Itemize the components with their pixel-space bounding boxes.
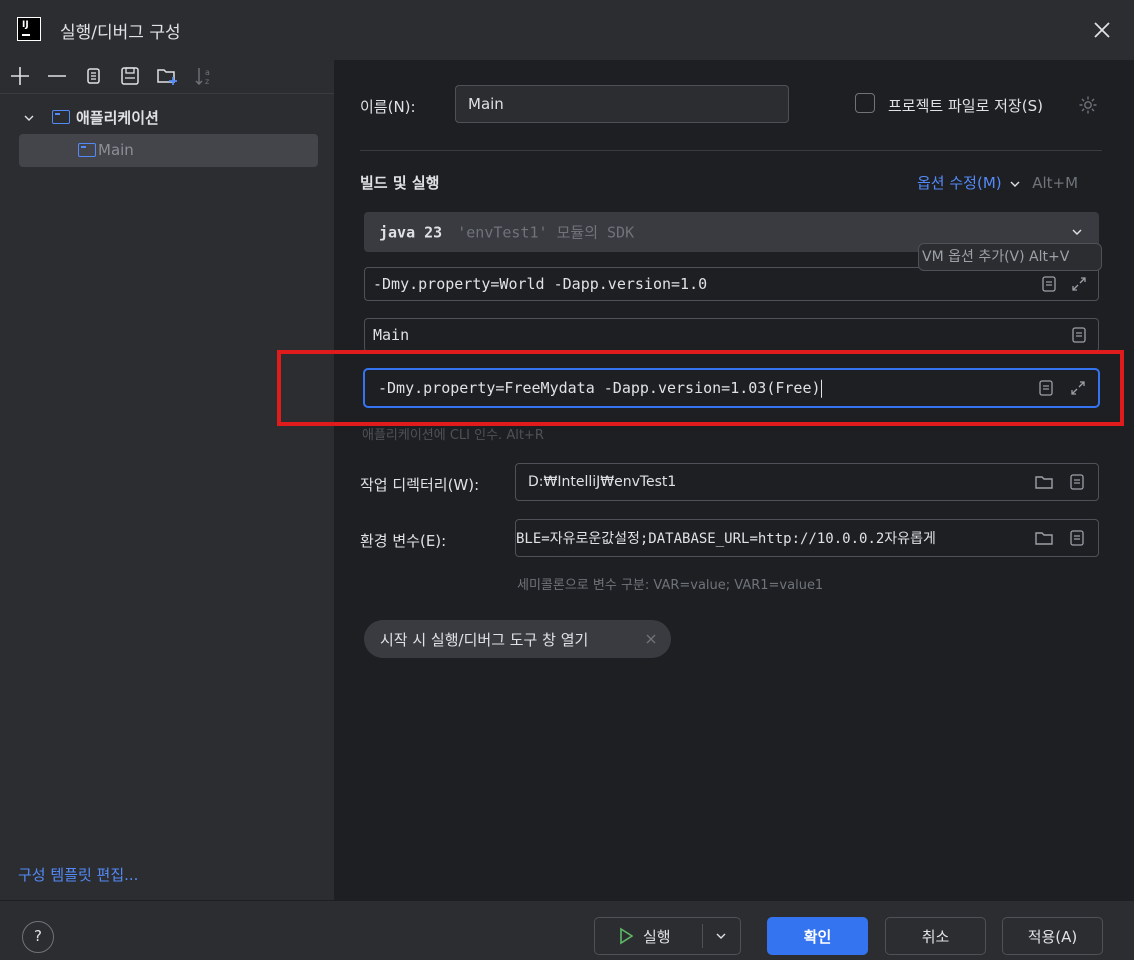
add-icon[interactable] xyxy=(8,64,32,88)
svg-text:z: z xyxy=(205,77,209,86)
env-input[interactable]: BLE=자유로운값설정;DATABASE_URL=http://10.0.0.2… xyxy=(515,519,1099,557)
sdk-version: java 23 xyxy=(379,223,443,242)
help-button[interactable]: ? xyxy=(22,921,54,953)
chevron-down-icon xyxy=(1010,181,1020,187)
remove-icon[interactable] xyxy=(45,64,69,88)
main-class-input[interactable]: Main xyxy=(364,318,1099,352)
tree-item-main[interactable]: Main xyxy=(19,134,318,167)
workdir-label: 작업 디렉터리(W): xyxy=(360,476,480,494)
tree-group-label: 애플리케이션 xyxy=(76,109,159,127)
ok-button[interactable]: 확인 xyxy=(767,917,868,955)
new-folder-icon[interactable] xyxy=(155,64,179,88)
highlight-annotation xyxy=(277,350,1124,426)
open-tool-window-chip[interactable]: 시작 시 실행/디버그 도구 창 열기 xyxy=(364,620,671,658)
sdk-module: 'envTest1' 모듈의 SDK xyxy=(457,223,635,242)
name-input[interactable]: Main xyxy=(455,85,789,123)
chevron-down-icon xyxy=(1072,229,1082,235)
cancel-button[interactable]: 취소 xyxy=(885,917,986,955)
gear-icon[interactable] xyxy=(1077,94,1099,116)
tree-item-label: Main xyxy=(98,141,134,159)
modify-options-label: 옵션 수정(M) xyxy=(917,174,1002,192)
window-title: 실행/디버그 구성 xyxy=(60,23,181,43)
chip-label: 시작 시 실행/디버그 도구 창 열기 xyxy=(380,631,589,649)
save-icon[interactable] xyxy=(118,64,142,88)
run-button[interactable]: 실행 xyxy=(594,917,741,955)
workdir-input[interactable]: D:₩IntelliJ₩envTest1 xyxy=(515,463,1099,501)
close-icon[interactable] xyxy=(1088,16,1116,44)
svg-text:a: a xyxy=(205,68,210,77)
expand-text-icon[interactable] xyxy=(1068,473,1086,491)
modify-options-link[interactable]: 옵션 수정(M) Alt+M xyxy=(917,172,1078,193)
name-label: 이름(N): xyxy=(360,98,416,116)
program-arguments-hint: 애플리케이션에 CLI 인수. Alt+R xyxy=(362,428,544,443)
tree-group-application[interactable]: 애플리케이션 xyxy=(22,105,322,131)
play-icon xyxy=(620,927,634,945)
edit-templates-link[interactable]: 구성 템플릿 편집... xyxy=(18,864,138,885)
modify-options-shortcut: Alt+M xyxy=(1032,174,1079,192)
vm-options-input[interactable]: -Dmy.property=World -Dapp.version=1.0 xyxy=(364,267,1099,301)
folder-icon[interactable] xyxy=(1034,529,1054,547)
expand-text-icon[interactable] xyxy=(1068,529,1086,547)
expand-text-icon[interactable] xyxy=(1040,275,1058,293)
apply-button[interactable]: 적용(A) xyxy=(1002,917,1103,955)
toolbar-divider xyxy=(0,93,334,94)
section-divider xyxy=(360,150,1102,151)
browse-class-icon[interactable] xyxy=(1070,326,1088,344)
expand-icon[interactable] xyxy=(1070,275,1088,293)
chevron-down-icon[interactable] xyxy=(715,930,727,942)
chevron-down-icon[interactable] xyxy=(22,111,36,125)
store-as-file-checkbox[interactable] xyxy=(855,93,875,113)
application-config-icon xyxy=(78,143,96,157)
close-icon[interactable] xyxy=(645,633,657,645)
application-icon xyxy=(52,110,70,124)
folder-icon[interactable] xyxy=(1034,473,1054,491)
copy-icon[interactable] xyxy=(82,64,106,88)
sort-icon[interactable]: a z xyxy=(192,64,216,88)
store-as-file-label: 프로젝트 파일로 저장(S) xyxy=(888,97,1043,115)
configuration-tree-panel xyxy=(0,60,335,900)
intellij-logo-icon: IJ xyxy=(17,17,41,41)
vm-options-tooltip: VM 옵션 추가(V) Alt+V xyxy=(918,243,1102,271)
env-hint: 세미콜론으로 변수 구분: VAR=value; VAR1=value1 xyxy=(517,578,824,593)
section-title: 빌드 및 실행 xyxy=(360,174,440,192)
env-label: 환경 변수(E): xyxy=(360,532,447,550)
